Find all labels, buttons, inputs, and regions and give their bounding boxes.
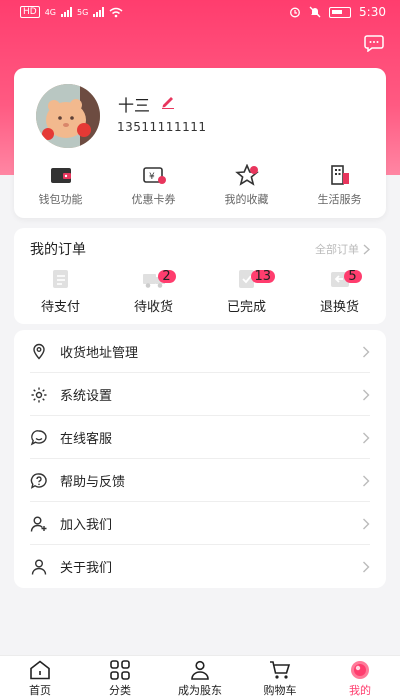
tab-label: 首页: [29, 684, 51, 697]
tab-label: 分类: [109, 684, 131, 697]
quick-action-coupon[interactable]: ¥ 优惠卡券: [107, 164, 200, 218]
orders-title: 我的订单: [30, 242, 86, 258]
signal-icon: [61, 7, 72, 17]
orders-card: 我的订单 全部订单 待支付 2 待收货 13 已完成 5 退换货: [14, 228, 386, 324]
profile-icon: [351, 661, 369, 679]
order-status-awaiting-delivery[interactable]: 2 待收货: [107, 268, 200, 320]
profile-card: 十三 13511111111 钱包功能 ¥ 优惠卡券 我的收藏 生活服务: [14, 68, 386, 218]
chat-icon: [30, 429, 47, 445]
settings-icon: [31, 387, 47, 402]
help-icon: [30, 472, 47, 489]
alarm-icon: [290, 7, 300, 18]
tab-me[interactable]: 我的: [320, 656, 400, 700]
user-icon: [31, 559, 47, 575]
chevron-right-icon: [363, 346, 370, 357]
battery-icon: [329, 6, 352, 18]
order-status-returns[interactable]: 5 退换货: [293, 268, 386, 320]
tab-category[interactable]: 分类: [80, 656, 160, 700]
quick-action-wallet[interactable]: 钱包功能: [14, 164, 107, 218]
quick-action-life-services[interactable]: 生活服务: [293, 164, 386, 218]
grid-icon: [110, 660, 130, 680]
menu-item-settings[interactable]: 系统设置: [14, 373, 386, 416]
quick-action-label: 钱包功能: [38, 193, 83, 206]
clock: 5:30: [359, 5, 386, 19]
order-status-completed[interactable]: 13 已完成: [200, 268, 293, 320]
message-icon[interactable]: [364, 34, 384, 52]
all-orders-label: 全部订单: [315, 243, 359, 256]
order-status-pending-payment[interactable]: 待支付: [14, 268, 107, 320]
signal-icon-2: [93, 7, 105, 17]
order-count-badge: 5: [343, 270, 362, 283]
menu-item-label: 在线客服: [60, 432, 113, 447]
chevron-right-icon: [363, 475, 370, 486]
order-status-label: 退换货: [319, 300, 359, 315]
menu-item-address[interactable]: 收货地址管理: [14, 330, 386, 373]
tab-home[interactable]: 首页: [0, 656, 80, 700]
pending-payment-icon: [52, 270, 68, 288]
order-status-label: 待支付: [40, 300, 80, 315]
network-label: 4G: [44, 7, 56, 17]
building-icon: [330, 165, 349, 185]
username: 十三: [118, 96, 151, 115]
avatar[interactable]: [36, 84, 100, 148]
wifi-icon: [109, 7, 123, 17]
tab-label: 购物车: [263, 684, 297, 697]
tab-label: 成为股东: [178, 684, 222, 697]
menu-item-label: 帮助与反馈: [60, 475, 126, 490]
menu-item-customer-service[interactable]: 在线客服: [14, 416, 386, 459]
menu-item-about-us[interactable]: 关于我们: [14, 545, 386, 588]
menu-item-label: 关于我们: [60, 561, 113, 576]
quick-actions: 钱包功能 ¥ 优惠卡券 我的收藏 生活服务: [14, 164, 386, 218]
order-status-list: 待支付 2 待收货 13 已完成 5 退换货: [14, 268, 386, 320]
location-icon: [33, 343, 45, 360]
cart-icon: [270, 661, 291, 679]
carrier-label: HD: [20, 6, 40, 18]
edit-icon[interactable]: [160, 93, 176, 109]
order-status-label: 已完成: [226, 300, 266, 315]
phone-number: 13511111111: [117, 120, 207, 134]
chevron-right-icon: [363, 518, 370, 529]
add-user-icon: [30, 516, 47, 532]
order-count-badge: 2: [157, 270, 176, 283]
chevron-right-icon: [363, 561, 370, 572]
tab-shareholder[interactable]: 成为股东: [160, 656, 240, 700]
settings-menu: 收货地址管理 系统设置 在线客服 帮助与反馈 加入我们 关于我们: [14, 330, 386, 588]
menu-item-label: 收货地址管理: [60, 346, 139, 361]
star-icon: [234, 164, 259, 186]
bottom-tab-bar: 首页 分类 成为股东 购物车 我的: [0, 655, 400, 700]
quick-action-label: 我的收藏: [224, 193, 269, 206]
tab-label: 我的: [349, 684, 371, 697]
wallet-icon: [50, 168, 71, 183]
quick-action-label: 优惠卡券: [131, 193, 176, 206]
menu-item-join-us[interactable]: 加入我们: [14, 502, 386, 545]
svg-text:¥: ¥: [149, 172, 155, 182]
network-label-2: 5G: [77, 7, 89, 17]
chevron-right-icon: [363, 432, 370, 443]
chevron-right-icon: [363, 389, 370, 400]
order-count-badge: 13: [250, 270, 276, 283]
quick-action-favorites[interactable]: 我的收藏: [200, 164, 293, 218]
coupon-icon: ¥: [142, 167, 166, 184]
menu-item-label: 系统设置: [60, 389, 113, 404]
group-icon: [191, 660, 209, 680]
chevron-right-icon: [363, 243, 370, 255]
status-bar: HD 4G 5G 5:30: [0, 0, 400, 26]
tab-cart[interactable]: 购物车: [240, 656, 320, 700]
quick-action-label: 生活服务: [317, 193, 362, 206]
menu-item-help[interactable]: 帮助与反馈: [14, 459, 386, 502]
mute-icon: [309, 6, 321, 18]
menu-item-label: 加入我们: [60, 518, 113, 533]
order-status-label: 待收货: [133, 300, 173, 315]
all-orders-link[interactable]: 全部订单: [315, 241, 370, 257]
home-icon: [30, 660, 50, 680]
